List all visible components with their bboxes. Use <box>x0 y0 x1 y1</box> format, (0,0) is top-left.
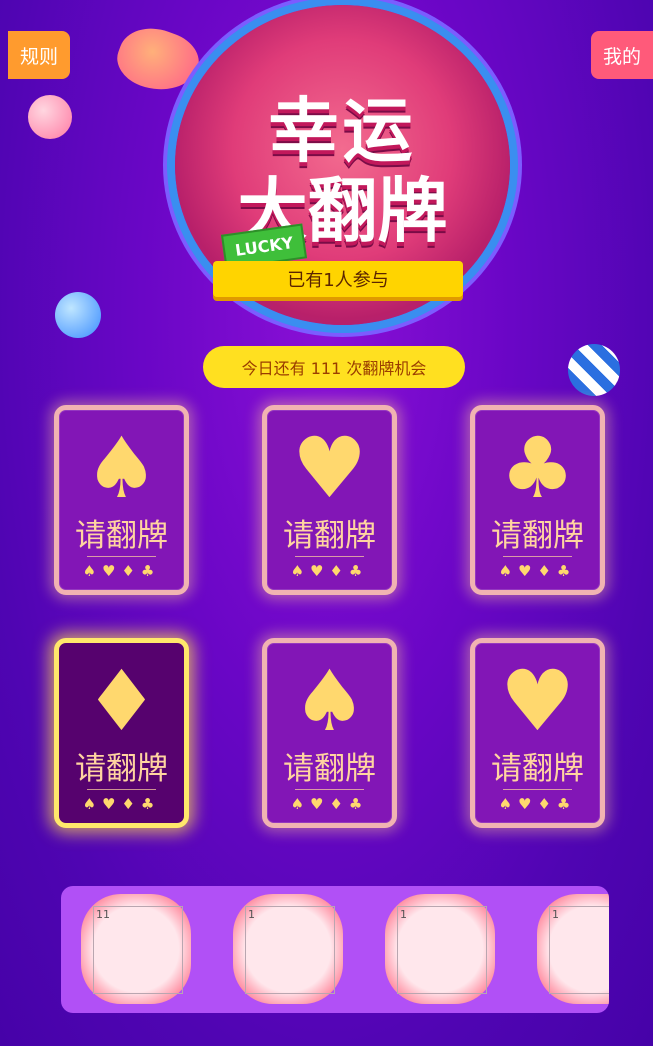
card-suit-row: ♠♥♦♣ <box>290 562 369 580</box>
card-divider <box>503 556 572 557</box>
mine-button[interactable]: 我的 <box>591 31 653 79</box>
prize-strip[interactable]: 11 1 1 1 <box>61 886 609 1013</box>
card-divider <box>87 789 156 790</box>
spade-icon: ♠ <box>291 652 368 750</box>
prize-item[interactable]: 11 <box>81 894 191 1004</box>
card-label: 请翻牌 <box>75 518 168 554</box>
flip-card[interactable]: ♥ 请翻牌 ♠♥♦♣ <box>262 405 397 595</box>
decor-blue-ball <box>55 292 101 338</box>
rules-button-label: 规则 <box>19 45 58 68</box>
flip-card[interactable]: ♦ 请翻牌 ♠♥♦♣ <box>54 638 189 828</box>
card-divider <box>503 789 572 790</box>
card-suit-row: ♠♥♦♣ <box>498 562 577 580</box>
card-label: 请翻牌 <box>283 518 376 554</box>
card-suit-row: ♠♥♦♣ <box>82 562 161 580</box>
spade-icon: ♠ <box>83 419 160 517</box>
card-label: 请翻牌 <box>75 751 168 787</box>
card-label: 请翻牌 <box>283 751 376 787</box>
participants-banner: 已有1人参与 <box>213 261 463 297</box>
card-suit-row: ♠♥♦♣ <box>290 795 369 813</box>
prize-image-placeholder: 1 <box>245 906 335 994</box>
mine-button-label: 我的 <box>602 45 641 68</box>
card-divider <box>295 789 364 790</box>
prize-image-placeholder: 1 <box>549 906 609 994</box>
hero-banner: 幸运 大翻牌 LUCKY 已有1人参与 <box>175 5 510 325</box>
flip-card[interactable]: ♥ 请翻牌 ♠♥♦♣ <box>470 638 605 828</box>
prize-item[interactable]: 1 <box>385 894 495 1004</box>
card-suit-row: ♠♥♦♣ <box>498 795 577 813</box>
card-label: 请翻牌 <box>491 518 584 554</box>
decor-striped-ball <box>568 344 620 396</box>
decor-pink-ball <box>28 95 72 139</box>
prize-item[interactable]: 1 <box>233 894 343 1004</box>
heart-icon: ♥ <box>291 419 368 517</box>
rules-button[interactable]: 规则 <box>8 31 70 79</box>
flip-card[interactable]: ♠ 请翻牌 ♠♥♦♣ <box>54 405 189 595</box>
card-divider <box>87 556 156 557</box>
card-label: 请翻牌 <box>491 751 584 787</box>
card-divider <box>295 556 364 557</box>
club-icon: ♣ <box>499 419 576 517</box>
diamond-icon: ♦ <box>83 652 160 750</box>
prize-item[interactable]: 1 <box>537 894 609 1004</box>
heart-icon: ♥ <box>499 652 576 750</box>
prize-image-placeholder: 11 <box>93 906 183 994</box>
prize-image-placeholder: 1 <box>397 906 487 994</box>
flip-card[interactable]: ♣ 请翻牌 ♠♥♦♣ <box>470 405 605 595</box>
chances-pill: 今日还有 111 次翻牌机会 <box>203 346 465 388</box>
card-suit-row: ♠♥♦♣ <box>82 795 161 813</box>
flip-card[interactable]: ♠ 请翻牌 ♠♥♦♣ <box>262 638 397 828</box>
